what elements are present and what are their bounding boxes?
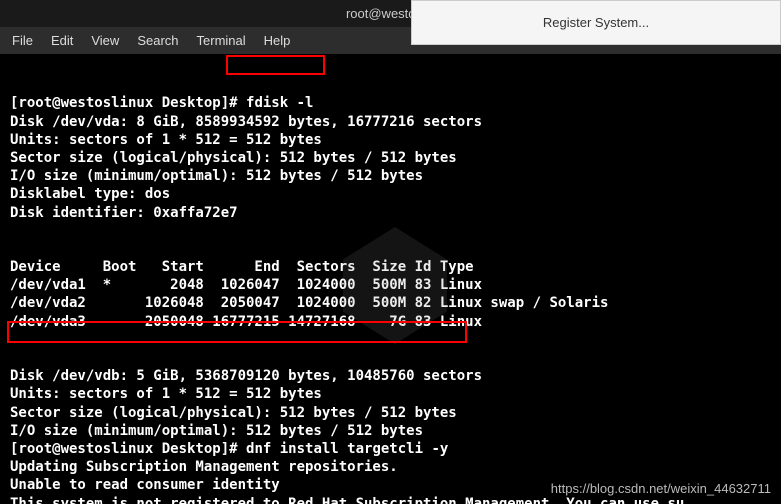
blank-line: [10, 241, 18, 257]
command-dnf: dnf install targetcli -y: [246, 441, 448, 457]
units-line2: Units: sectors of 1 * 512 = 512 bytes: [10, 386, 322, 402]
partition-row-vda3: /dev/vda3 2050048 16777215 14727168 7G 8…: [10, 314, 482, 330]
terminal-output[interactable]: [root@westoslinux Desktop]# fdisk -l Dis…: [0, 54, 781, 504]
sector-size-line2: Sector size (logical/physical): 512 byte…: [10, 405, 457, 421]
command-fdisk: fdisk -l: [246, 95, 313, 111]
menu-file[interactable]: File: [12, 33, 33, 48]
blank-line: [10, 223, 18, 239]
blank-line: [10, 332, 18, 348]
watermark-text: https://blog.csdn.net/weixin_44632711: [551, 481, 771, 498]
disklabel-line: Disklabel type: dos: [10, 186, 170, 202]
blank-line: [10, 350, 18, 366]
output-line: Updating Subscription Management reposit…: [10, 459, 398, 475]
units-line: Units: sectors of 1 * 512 = 512 bytes: [10, 132, 322, 148]
output-line: Unable to read consumer identity: [10, 477, 280, 493]
menu-view[interactable]: View: [91, 33, 119, 48]
prompt-line2: [root@westoslinux Desktop]# dnf install …: [10, 441, 448, 457]
io-size-line: I/O size (minimum/optimal): 512 bytes / …: [10, 168, 423, 184]
disk-vdb-header: Disk /dev/vdb: 5 GiB, 5368709120 bytes, …: [10, 368, 482, 384]
menu-help[interactable]: Help: [264, 33, 291, 48]
partition-table-header: Device Boot Start End Sectors Size Id Ty…: [10, 259, 474, 275]
annotation-highlight-command: [226, 55, 325, 75]
register-label: Register System...: [543, 15, 649, 30]
sector-size-line: Sector size (logical/physical): 512 byte…: [10, 150, 457, 166]
menu-search[interactable]: Search: [137, 33, 178, 48]
disk-vda-header: Disk /dev/vda: 8 GiB, 8589934592 bytes, …: [10, 114, 482, 130]
menu-terminal[interactable]: Terminal: [197, 33, 246, 48]
menu-edit[interactable]: Edit: [51, 33, 73, 48]
register-system-notification[interactable]: Register System...: [411, 0, 781, 45]
prompt-line: [root@westoslinux Desktop]# fdisk -l: [10, 95, 313, 111]
shell-prompt: [root@westoslinux Desktop]#: [10, 95, 246, 111]
terminal-window: root@westoslin Register System... File E…: [0, 0, 781, 504]
io-size-line2: I/O size (minimum/optimal): 512 bytes / …: [10, 423, 423, 439]
disk-id-line: Disk identifier: 0xaffa72e7: [10, 205, 238, 221]
partition-row-vda1: /dev/vda1 * 2048 1026047 1024000 500M 83…: [10, 277, 482, 293]
partition-row-vda2: /dev/vda2 1026048 2050047 1024000 500M 8…: [10, 295, 608, 311]
shell-prompt2: [root@westoslinux Desktop]#: [10, 441, 246, 457]
